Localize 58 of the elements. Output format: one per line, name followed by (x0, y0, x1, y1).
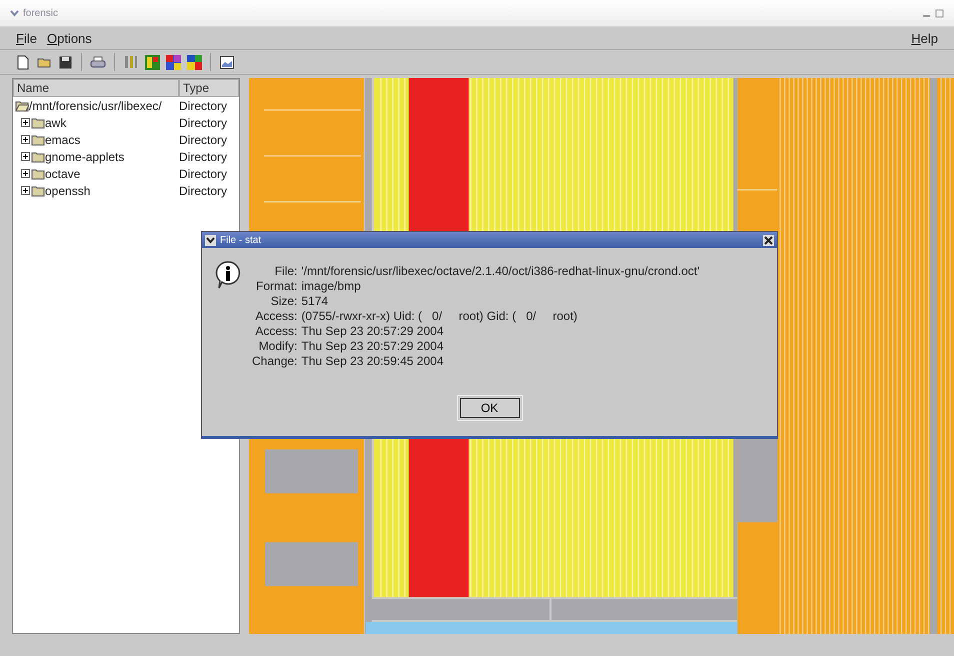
field-label: Access: (254, 309, 298, 323)
field-value: image/bmp (301, 279, 362, 293)
field-label: File: (274, 264, 298, 278)
menu-item[interactable]: Help (911, 30, 938, 46)
close-icon[interactable] (763, 234, 774, 246)
field-label: Format: (255, 279, 298, 293)
dialog-title: File - stat (220, 234, 262, 246)
column-header[interactable]: Name (13, 79, 179, 97)
folder-icon (31, 150, 45, 162)
field-value: 5174 (301, 294, 330, 308)
folder-name: gnome-applets (45, 150, 124, 164)
image-icon[interactable] (218, 53, 236, 71)
tree-row[interactable]: openssh Directory (13, 182, 239, 199)
field-value: Thu Sep 23 20:57:29 2004 (301, 339, 444, 353)
type-text: Directory (179, 132, 228, 146)
type-text: Directory (179, 166, 228, 180)
open-folder-icon (15, 100, 29, 112)
treemap-icon[interactable] (143, 53, 161, 71)
folder-icon (31, 116, 45, 128)
field-label: Modify: (258, 339, 298, 353)
window-title: forensic (23, 8, 60, 18)
expand-icon[interactable] (21, 118, 30, 127)
folder-name: emacs (45, 132, 80, 146)
maximize-icon[interactable] (935, 8, 944, 18)
field-label: Size: (270, 294, 298, 308)
treemap-icon[interactable] (185, 53, 203, 71)
menu-item[interactable]: Options (46, 30, 92, 46)
tree-row[interactable]: /mnt/forensic/usr/libexec/ Directory (13, 97, 239, 114)
folder-name: /mnt/forensic/usr/libexec/ (29, 98, 162, 112)
folder-icon (31, 134, 45, 146)
type-text: Directory (179, 184, 228, 198)
tree-row[interactable]: octave Directory (13, 165, 239, 182)
tree-row[interactable]: gnome-applets Directory (13, 148, 239, 165)
type-text: Directory (179, 150, 228, 164)
expand-icon[interactable] (21, 186, 30, 195)
folder-icon (31, 184, 45, 196)
tree-row[interactable]: awk Directory (13, 114, 239, 131)
field-label: Change: (252, 354, 298, 368)
info-icon (214, 260, 242, 290)
chevron-icon[interactable] (205, 234, 216, 246)
field-value: (0755/-rwxr-xr-x) Uid: ( 0/ root) Gid: ( 0/ root) (301, 309, 578, 323)
field-label: Access: (254, 324, 298, 338)
folder-name: awk (45, 116, 66, 130)
column-header[interactable]: Type (179, 79, 239, 97)
folder-name: octave (45, 166, 80, 180)
type-text: Directory (179, 98, 228, 112)
folder-icon (31, 168, 45, 180)
folder-name: openssh (45, 184, 90, 198)
type-text: Directory (179, 116, 228, 130)
field-value: '/mnt/forensic/usr/libexec/octave/2.1.40/oct/i386-redhat-linux-gnu/crond.oct' (301, 264, 700, 278)
menu-item[interactable]: File (16, 30, 37, 46)
expand-icon[interactable] (21, 169, 30, 178)
tree-row[interactable]: emacs Directory (13, 131, 239, 148)
expand-icon[interactable] (21, 152, 30, 161)
expand-icon[interactable] (21, 135, 30, 144)
field-value: Thu Sep 23 20:57:29 2004 (301, 324, 444, 338)
treemap-icon[interactable] (164, 53, 182, 71)
field-value: Thu Sep 23 20:59:45 2004 (301, 354, 444, 368)
